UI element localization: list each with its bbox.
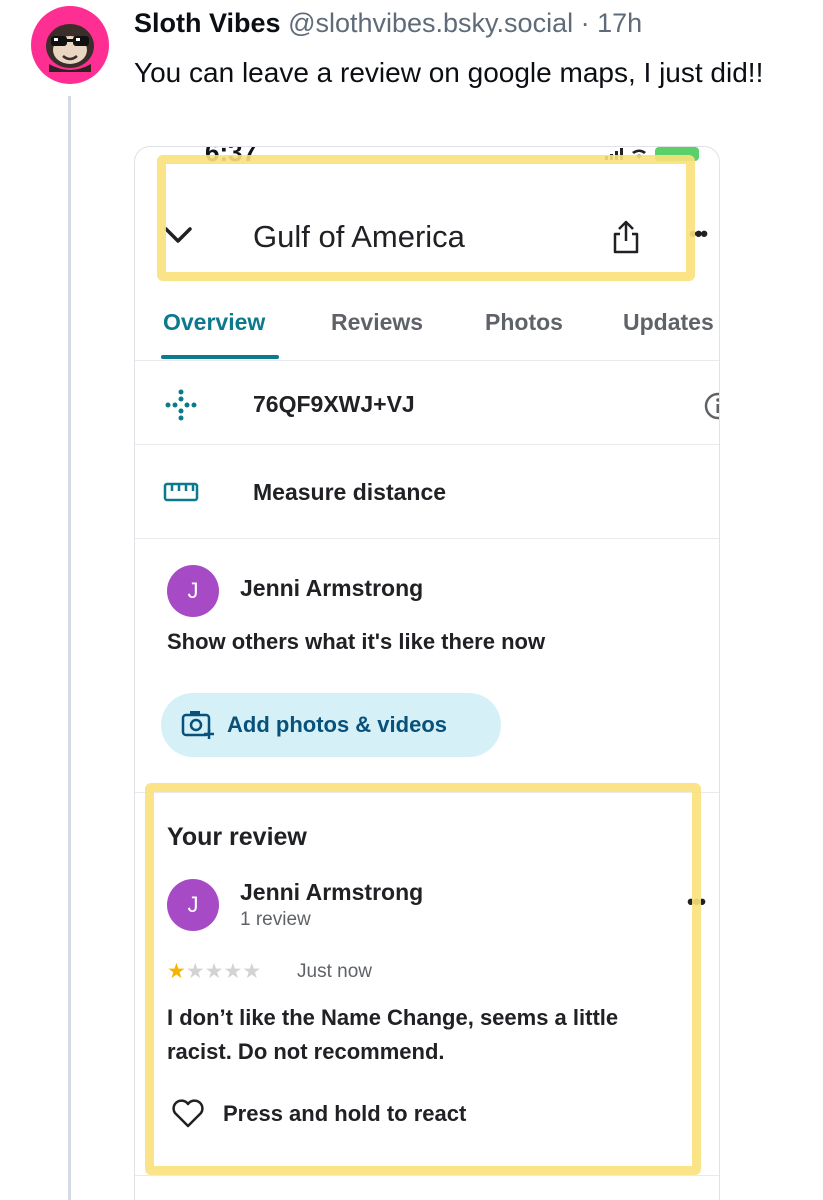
- post-text: You can leave a review on google maps, I…: [134, 57, 764, 88]
- measure-distance-row[interactable]: Measure distance: [135, 447, 719, 539]
- yellow-highlight-title: [157, 155, 695, 281]
- embedded-screenshot[interactable]: 6:37 Gulf of America ••• Overview Review…: [134, 146, 720, 1200]
- contribute-section: J Jenni Armstrong Show others what it's …: [135, 541, 719, 793]
- add-photo-icon: [181, 711, 214, 739]
- user-avatar[interactable]: J: [167, 565, 219, 617]
- tab-reviews[interactable]: Reviews: [331, 309, 423, 336]
- plus-code-icon: [165, 389, 197, 421]
- divider: [135, 1175, 719, 1176]
- tab-updates[interactable]: Updates: [623, 309, 714, 336]
- add-photos-button[interactable]: Add photos & videos: [161, 693, 501, 757]
- plus-code-row[interactable]: 76QF9XWJ+VJ: [135, 363, 719, 445]
- place-tabs: Overview Reviews Photos Updates: [135, 287, 719, 361]
- author-avatar[interactable]: [31, 6, 109, 84]
- post-time[interactable]: 17h: [597, 8, 642, 38]
- post-header: Sloth Vibes @slothvibes.bsky.social · 17…: [134, 8, 642, 39]
- ruler-icon: [163, 482, 199, 502]
- yellow-highlight-review: [145, 783, 701, 1175]
- plus-code-value: 76QF9XWJ+VJ: [253, 391, 415, 417]
- add-photos-label: Add photos & videos: [227, 712, 447, 737]
- thread-line: [68, 96, 71, 1200]
- author-handle[interactable]: @slothvibes.bsky.social: [288, 8, 573, 38]
- author-name[interactable]: Sloth Vibes: [134, 8, 281, 38]
- sloth-icon: [46, 24, 94, 72]
- tab-photos[interactable]: Photos: [485, 309, 563, 336]
- contribute-prompt: Show others what it's like there now: [167, 629, 546, 654]
- contribute-user-name: Jenni Armstrong: [240, 575, 424, 601]
- active-tab-indicator: [161, 355, 279, 359]
- info-icon[interactable]: [703, 391, 720, 421]
- measure-distance-label: Measure distance: [253, 479, 447, 505]
- tab-overview[interactable]: Overview: [163, 309, 265, 336]
- header-separator: ·: [580, 8, 590, 38]
